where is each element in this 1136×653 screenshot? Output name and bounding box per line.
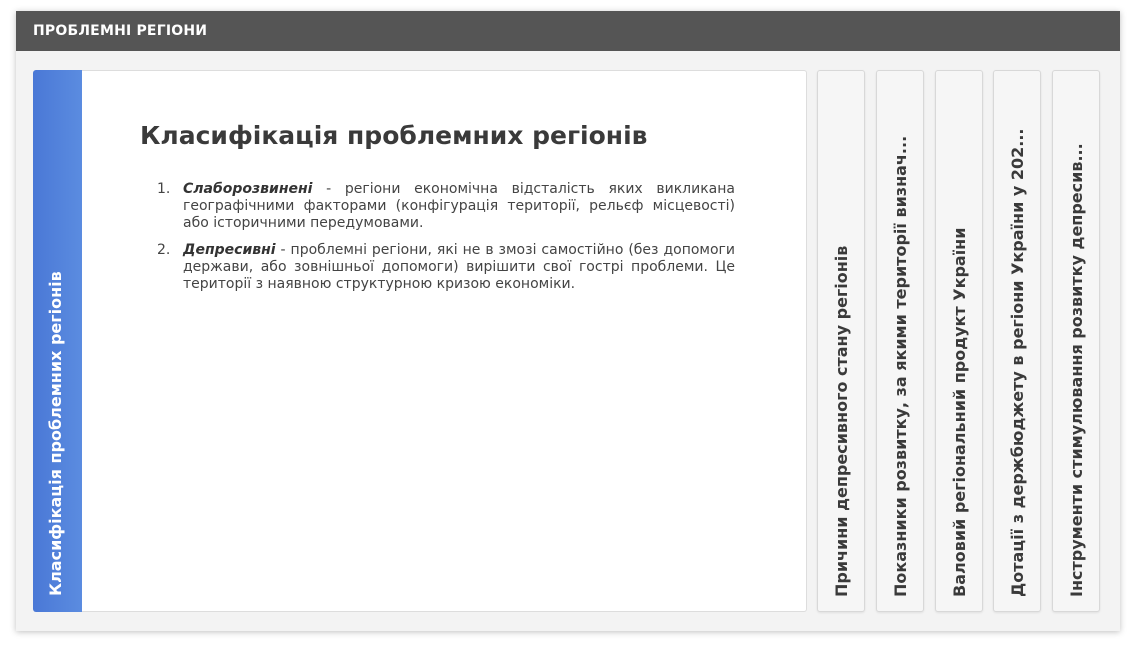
list-number: 2. <box>157 242 171 258</box>
content-title: Класифікація проблемних регіонів <box>140 121 648 150</box>
tab-label: Валовий регіональний продукт України <box>950 227 969 597</box>
tab-label: Причини депресивного стану регіонів <box>832 245 851 597</box>
content-panel: Класифікація проблемних регіонів 1. Слабо… <box>82 70 807 612</box>
list-item: 2. Депресивні - проблемні регіони, які не… <box>157 242 735 293</box>
tab-label: Інструменти стимулювання розвитку депрес… <box>1067 143 1086 597</box>
tab-depression-causes[interactable]: Причини депресивного стану регіонів <box>817 70 865 612</box>
tab-development-indicators[interactable]: Показники розвитку, за якими території в… <box>876 70 924 612</box>
tab-stimulation-tools[interactable]: Інструменти стимулювання розвитку депрес… <box>1052 70 1100 612</box>
tab-state-subsidies[interactable]: Дотації з держбюджету в регіони України … <box>993 70 1041 612</box>
tab-classification[interactable]: Класифікація проблемних регіонів <box>33 70 82 612</box>
tab-label: Класифікація проблемних регіонів <box>46 271 65 596</box>
tab-gross-regional-product[interactable]: Валовий регіональний продукт України <box>935 70 983 612</box>
classification-list: 1. Слаборозвинені - регіони економічна ві… <box>157 181 735 303</box>
widget-title: ПРОБЛЕМНІ РЕГІОНИ <box>16 11 1120 51</box>
accordion-widget: ПРОБЛЕМНІ РЕГІОНИ Класифікація проблемни… <box>16 11 1120 631</box>
list-term: Слаборозвинені <box>183 181 313 197</box>
tab-label: Показники розвитку, за якими території в… <box>891 135 910 597</box>
list-item: 1. Слаборозвинені - регіони економічна ві… <box>157 181 735 232</box>
list-term: Депресивні <box>183 242 276 258</box>
list-number: 1. <box>157 181 171 197</box>
tab-label: Дотації з держбюджету в регіони України … <box>1008 128 1027 598</box>
